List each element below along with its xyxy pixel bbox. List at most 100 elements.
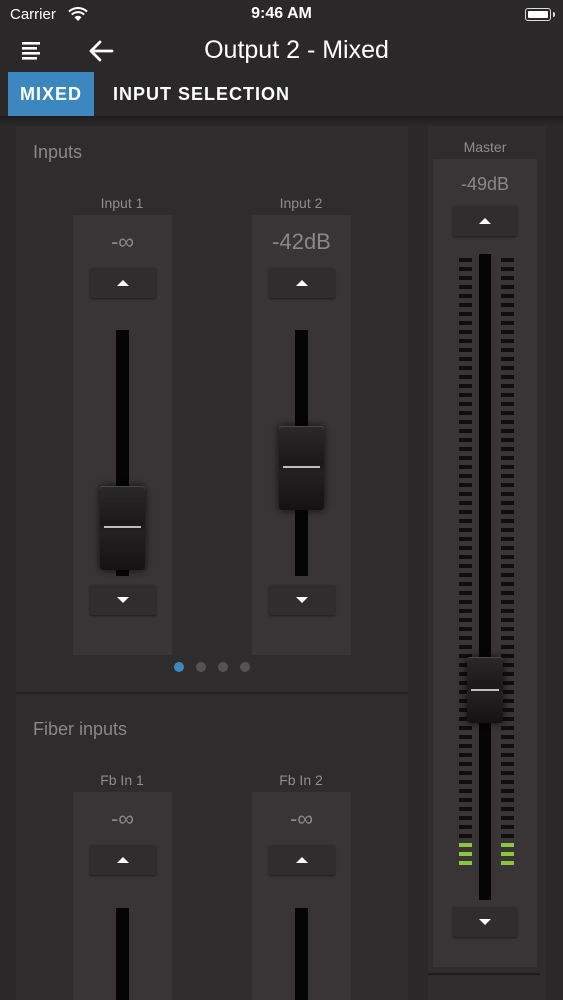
page-indicator-dot-2[interactable] bbox=[196, 662, 206, 672]
meter-segment bbox=[501, 483, 514, 487]
master-up-button[interactable] bbox=[453, 206, 517, 236]
meter-segment bbox=[501, 843, 514, 847]
meter-segment bbox=[459, 420, 472, 424]
meter-segment bbox=[459, 258, 472, 262]
meter-segment bbox=[501, 861, 514, 865]
fb-in-2-up-button[interactable] bbox=[269, 845, 335, 875]
meter-segment bbox=[501, 726, 514, 730]
fb-in-2-label: Fb In 2 bbox=[279, 772, 323, 788]
meter-segment bbox=[501, 627, 514, 631]
meter-segment bbox=[459, 321, 472, 325]
master-fader-track[interactable] bbox=[479, 254, 491, 900]
meter-segment bbox=[501, 825, 514, 829]
meter-segment bbox=[501, 654, 514, 658]
up-arrow-icon bbox=[117, 280, 129, 286]
meter-segment bbox=[459, 636, 472, 640]
meter-segment bbox=[459, 474, 472, 478]
fb-in-1-up-button[interactable] bbox=[90, 845, 156, 875]
input-2-fader-knob[interactable] bbox=[279, 426, 324, 510]
meter-segment bbox=[459, 816, 472, 820]
meter-segment bbox=[459, 825, 472, 829]
input-2-value: -42dB bbox=[272, 229, 331, 254]
meter-segment bbox=[459, 519, 472, 523]
meter-segment bbox=[501, 492, 514, 496]
input-1-down-button[interactable] bbox=[90, 585, 156, 615]
meter-segment bbox=[459, 600, 472, 604]
meter-segment bbox=[501, 573, 514, 577]
input-1-up-button[interactable] bbox=[90, 268, 156, 298]
tab-mixed[interactable]: MIXED bbox=[8, 72, 95, 116]
meter-segment bbox=[459, 447, 472, 451]
meter-segment bbox=[459, 312, 472, 316]
meter-segment bbox=[459, 564, 472, 568]
meter-segment bbox=[459, 762, 472, 766]
meter-segment bbox=[501, 753, 514, 757]
meter-segment bbox=[459, 483, 472, 487]
meter-segment bbox=[501, 582, 514, 586]
page-indicator-dot-4[interactable] bbox=[240, 662, 250, 672]
master-label: Master bbox=[463, 139, 507, 155]
meter-segment bbox=[459, 357, 472, 361]
meter-segment bbox=[501, 456, 514, 460]
input-2-up-button[interactable] bbox=[269, 268, 335, 298]
tab-input-selection[interactable]: INPUT SELECTION bbox=[113, 72, 290, 116]
battery-icon bbox=[525, 8, 555, 21]
meter-segment bbox=[459, 789, 472, 793]
meter-segment bbox=[501, 564, 514, 568]
meter-segment bbox=[501, 816, 514, 820]
meter-segment bbox=[459, 402, 472, 406]
meter-segment bbox=[459, 843, 472, 847]
meter-segment bbox=[501, 537, 514, 541]
tab-shadow bbox=[0, 116, 563, 126]
meter-segment bbox=[459, 582, 472, 586]
meter-segment bbox=[501, 366, 514, 370]
meter-segment bbox=[459, 798, 472, 802]
fb-in-1-label: Fb In 1 bbox=[100, 772, 144, 788]
meter-segment bbox=[459, 330, 472, 334]
meter-segment bbox=[501, 402, 514, 406]
meter-segment bbox=[501, 258, 514, 262]
meter-segment bbox=[459, 294, 472, 298]
fb-in-1-fader-track[interactable] bbox=[116, 908, 129, 1000]
fb-in-2-fader-track[interactable] bbox=[295, 908, 308, 1000]
meter-segment bbox=[501, 609, 514, 613]
meter-segment bbox=[459, 267, 472, 271]
page-indicator-dot-1[interactable] bbox=[174, 662, 184, 672]
master-down-button[interactable] bbox=[453, 907, 517, 937]
page-indicator-dot-3[interactable] bbox=[218, 662, 228, 672]
meter-segment bbox=[459, 726, 472, 730]
meter-segment bbox=[459, 285, 472, 289]
meter-segment bbox=[501, 375, 514, 379]
meter-segment bbox=[501, 312, 514, 316]
meter-segment bbox=[501, 348, 514, 352]
input-1-fader-knob[interactable] bbox=[100, 486, 145, 570]
status-bar: Carrier 9:46 AM bbox=[0, 0, 563, 30]
meter-segment bbox=[459, 735, 472, 739]
meter-segment bbox=[501, 852, 514, 856]
meter-segment bbox=[501, 807, 514, 811]
meter-segment bbox=[501, 465, 514, 469]
meter-segment bbox=[459, 555, 472, 559]
master-fader-knob[interactable] bbox=[467, 657, 503, 723]
meter-segment bbox=[459, 510, 472, 514]
master-bottom-rule bbox=[428, 973, 540, 975]
meter-segment bbox=[459, 807, 472, 811]
meter-segment bbox=[501, 447, 514, 451]
meter-segment bbox=[501, 267, 514, 271]
meter-segment bbox=[501, 735, 514, 739]
up-arrow-icon bbox=[296, 857, 308, 863]
master-value: -49dB bbox=[460, 174, 510, 194]
input-2-down-button[interactable] bbox=[269, 585, 335, 615]
page-title: Output 2 - Mixed bbox=[204, 36, 389, 64]
fiber-inputs-section-title: Fiber inputs bbox=[33, 719, 128, 739]
meter-segment bbox=[501, 357, 514, 361]
section-divider bbox=[16, 692, 408, 694]
meter-segment bbox=[501, 501, 514, 505]
meter-segment bbox=[501, 762, 514, 766]
meter-segment bbox=[501, 429, 514, 433]
meter-segment bbox=[459, 339, 472, 343]
meter-segment bbox=[501, 384, 514, 388]
down-arrow-icon bbox=[479, 919, 491, 925]
meter-segment bbox=[501, 330, 514, 334]
meter-segment bbox=[501, 285, 514, 289]
